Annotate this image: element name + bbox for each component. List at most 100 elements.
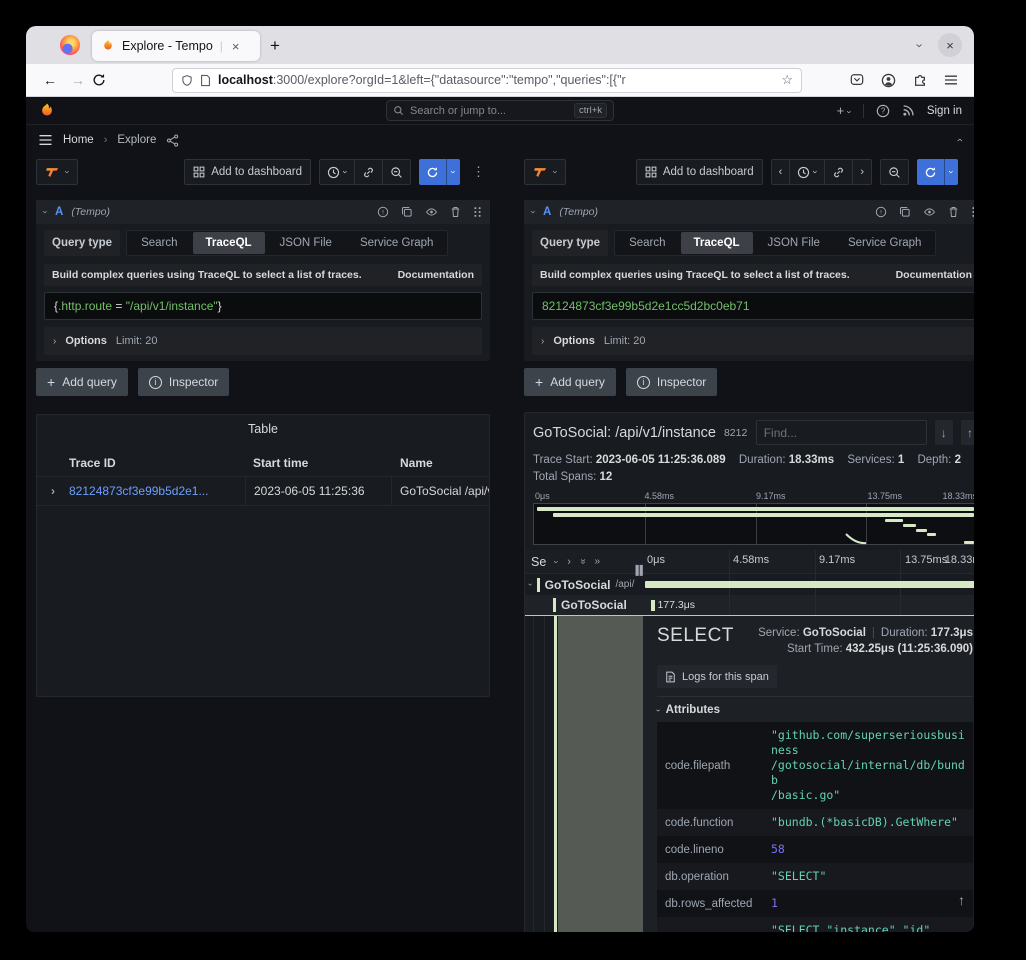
time-forward-button[interactable]: › [853, 160, 871, 184]
traceql-query-input-right[interactable]: 82124873cf3e99b5d2e1cc5d2bc0eb71 [532, 292, 974, 320]
traceql-query-input-left[interactable]: {.http.route = "/api/v1/instance"} [44, 292, 482, 320]
link-split-button-right[interactable] [825, 160, 853, 184]
zoom-out-button[interactable] [383, 160, 410, 184]
trace-id-link[interactable]: 82124873cf3e99b5d2e1... [69, 484, 208, 498]
kebab-menu-icon[interactable]: ⋮ [966, 164, 974, 180]
collapse-all-icon[interactable]: » [577, 559, 588, 565]
link-split-button[interactable] [355, 160, 383, 184]
account-icon[interactable] [881, 73, 896, 88]
add-query-button[interactable]: +Add query [36, 368, 128, 396]
col-name[interactable]: Name [391, 456, 433, 470]
header-chevron-down-icon[interactable]: › [552, 560, 562, 563]
inspector-button[interactable]: iInspector [138, 368, 229, 396]
create-plus-button[interactable]: + › [837, 103, 851, 118]
help-icon[interactable]: ? [876, 104, 890, 118]
options-toggle[interactable]: › Options Limit: 20 [532, 327, 974, 355]
attribute-row[interactable]: db.rows_affected 1 [657, 890, 973, 917]
duplicate-query-icon[interactable] [401, 206, 413, 218]
disable-query-eye-icon[interactable] [425, 206, 438, 218]
span-row-selected[interactable]: GoToSocial 177.3μs [525, 595, 974, 616]
tab-json-file[interactable]: JSON File [267, 232, 345, 254]
trace-minimap[interactable]: 0μs 4.58ms 9.17ms 13.75ms 18.33ms [533, 491, 974, 545]
url-field[interactable]: localhost:3000/explore?orgId=1&left={"da… [172, 68, 802, 93]
kebab-menu-icon[interactable]: ⋮ [468, 164, 490, 180]
breadcrumb-explore[interactable]: Explore [117, 134, 156, 146]
table-panel-title[interactable]: Table [37, 415, 489, 450]
run-query-dropdown-right[interactable]: › [944, 159, 958, 185]
disable-query-eye-icon[interactable] [923, 206, 936, 218]
attribute-row[interactable]: db.operation "SELECT" [657, 863, 973, 890]
find-input[interactable] [756, 420, 927, 445]
pocket-icon[interactable] [850, 73, 864, 87]
news-icon[interactable] [902, 104, 915, 117]
menu-hamburger-icon[interactable] [944, 74, 958, 86]
attributes-toggle[interactable]: › Attributes [657, 704, 973, 716]
firefox-icon[interactable] [60, 35, 80, 55]
documentation-link[interactable]: Documentation [398, 269, 474, 281]
remove-query-trash-icon[interactable] [948, 206, 959, 218]
run-query-dropdown[interactable]: › [446, 159, 460, 185]
col-start-time[interactable]: Start time [245, 456, 391, 470]
collapse-one-icon[interactable]: › [567, 556, 571, 568]
tab-json-file[interactable]: JSON File [755, 232, 833, 254]
sign-in-link[interactable]: Sign in [927, 105, 962, 117]
query-row-header[interactable]: › A (Tempo) ! [36, 200, 490, 224]
back-icon[interactable]: ← [36, 72, 64, 88]
add-to-dashboard-button-right[interactable]: Add to dashboard [636, 159, 763, 185]
tab-search[interactable]: Search [128, 232, 190, 254]
span-bar[interactable] [651, 600, 655, 611]
add-query-button[interactable]: +Add query [524, 368, 616, 396]
time-picker-button[interactable]: › [320, 160, 355, 184]
tab-list-chevron-icon[interactable]: › [912, 43, 927, 47]
url-text[interactable]: localhost:3000/explore?orgId=1&left={"da… [218, 73, 774, 87]
run-query-button[interactable]: › [419, 159, 460, 185]
forward-icon[interactable]: → [64, 72, 92, 88]
service-operation-header[interactable]: Se [531, 555, 546, 569]
page-info-icon[interactable] [200, 74, 211, 87]
attribute-row[interactable]: code.filepath "github.com/superseriousbu… [657, 722, 973, 809]
datasource-picker[interactable]: › [36, 159, 78, 185]
scroll-to-top-icon[interactable]: ↑ [958, 892, 965, 908]
find-next-button[interactable]: ↑ [961, 420, 974, 445]
zoom-out-button-right[interactable] [881, 160, 908, 184]
options-toggle[interactable]: › Options Limit: 20 [44, 327, 482, 355]
extensions-icon[interactable] [913, 73, 927, 87]
query-help-icon[interactable]: ! [377, 206, 389, 218]
row-expander-icon[interactable]: › [37, 477, 69, 505]
global-search[interactable]: Search or jump to... ctrl+k [386, 100, 614, 121]
breadcrumb-home[interactable]: Home [63, 134, 94, 146]
logs-for-span-button[interactable]: Logs for this span [657, 665, 777, 688]
span-bar[interactable] [645, 581, 974, 588]
span-row-root[interactable]: › GoToSocial /api/ [525, 574, 974, 595]
mega-menu-icon[interactable] [38, 134, 53, 146]
tab-traceql[interactable]: TraceQL [193, 232, 265, 254]
find-prev-button[interactable]: ↓ [935, 420, 953, 445]
remove-query-trash-icon[interactable] [450, 206, 461, 218]
run-query-button-right[interactable]: › [917, 159, 958, 185]
documentation-link[interactable]: Documentation [896, 269, 972, 281]
drag-handle-icon[interactable] [971, 206, 974, 218]
collapse-query-chevron-icon[interactable]: › [41, 211, 51, 214]
drag-handle-icon[interactable] [473, 206, 482, 218]
query-help-icon[interactable]: ! [875, 206, 887, 218]
browser-tab[interactable]: Explore - Tempo | × [92, 31, 260, 61]
bookmark-star-icon[interactable]: ☆ [781, 72, 793, 88]
attribute-row[interactable]: code.lineno 58 [657, 836, 973, 863]
tab-traceql[interactable]: TraceQL [681, 232, 753, 254]
attribute-row[interactable]: "SELECT "instance"."id", "instance"."cre… [657, 917, 973, 932]
tab-close-icon[interactable]: × [230, 39, 242, 54]
grafana-logo[interactable] [38, 102, 56, 120]
reload-icon[interactable] [92, 73, 120, 87]
minimap-graph[interactable] [533, 503, 974, 545]
table-row[interactable]: › 82124873cf3e99b5d2e1... 2023-06-05 11:… [37, 476, 489, 506]
duplicate-query-icon[interactable] [899, 206, 911, 218]
tab-search[interactable]: Search [616, 232, 678, 254]
time-picker-button-right[interactable]: › [790, 160, 825, 184]
expand-all-icon[interactable]: » [595, 556, 601, 567]
new-tab-button[interactable]: + [270, 36, 280, 56]
share-icon[interactable] [166, 134, 179, 147]
shield-icon[interactable] [181, 74, 193, 87]
add-to-dashboard-button[interactable]: Add to dashboard [184, 159, 311, 185]
tab-service-graph[interactable]: Service Graph [347, 232, 447, 254]
collapse-query-chevron-icon[interactable]: › [529, 211, 539, 214]
